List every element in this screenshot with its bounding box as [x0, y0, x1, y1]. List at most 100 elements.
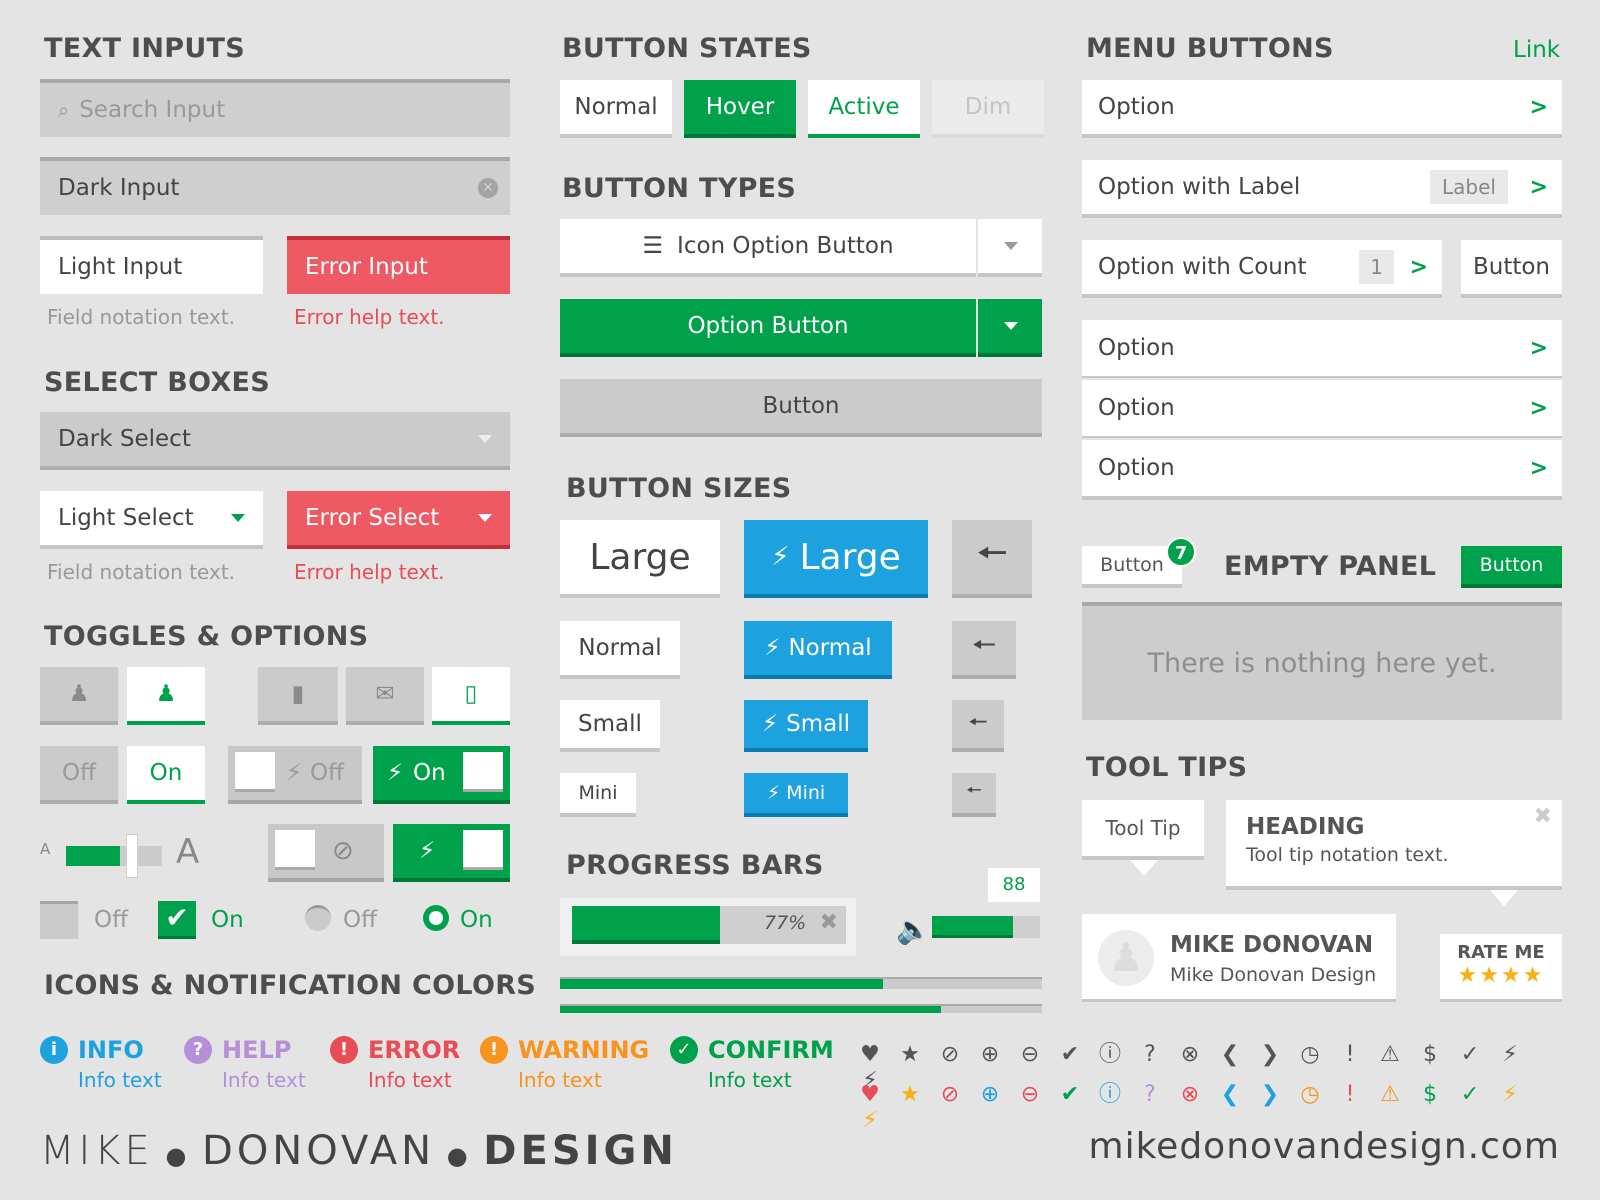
- mini-bolt-button[interactable]: ⚡ Mini: [744, 773, 848, 817]
- user-toggle-off[interactable]: ♟: [40, 667, 118, 725]
- checkbox-off[interactable]: [40, 901, 78, 939]
- progress-heading: PROGRESS BARS: [566, 850, 824, 881]
- back-button-large[interactable]: 🠔: [952, 520, 1032, 598]
- notice-help: ? HELP Info text: [184, 1036, 306, 1092]
- website-url[interactable]: mikedonovandesign.com: [1089, 1126, 1560, 1167]
- normal-size-button[interactable]: Normal: [560, 621, 680, 679]
- notice-label: CONFIRM: [708, 1036, 834, 1064]
- option-dropdown[interactable]: [978, 299, 1042, 357]
- option-button[interactable]: Option Button: [560, 299, 976, 357]
- menu-option[interactable]: Option >: [1082, 80, 1562, 138]
- bolt-icon: ⚡: [761, 711, 779, 737]
- menu-side-button[interactable]: Button: [1461, 240, 1562, 298]
- light-input[interactable]: Light Input: [40, 236, 263, 294]
- small-bolt-button[interactable]: ⚡ Small: [744, 700, 868, 752]
- volume-fill: [932, 916, 1013, 938]
- disabled-switch[interactable]: ⊘: [268, 824, 384, 882]
- tooltip-heading: HEADING: [1246, 814, 1365, 840]
- profile-card: ♟ MIKE DONOVAN Mike Donovan Design: [1082, 914, 1396, 1002]
- plain-button[interactable]: Button: [560, 379, 1042, 437]
- icon-option-dropdown[interactable]: [978, 219, 1042, 277]
- active-button[interactable]: Active: [808, 80, 920, 138]
- dark-input[interactable]: Dark Input ✕: [40, 157, 510, 215]
- search-input[interactable]: ⌕ Search Input: [40, 79, 510, 137]
- off-toggle[interactable]: Off: [40, 746, 118, 804]
- stars[interactable]: ★★★★: [1440, 963, 1562, 988]
- bolt-icon: ⚡: [764, 635, 781, 661]
- radio-off[interactable]: [305, 905, 331, 931]
- heart-icon: ♥: [860, 1042, 880, 1067]
- menu-option[interactable]: Option >: [1082, 440, 1562, 500]
- comment-toggle[interactable]: ▮: [258, 667, 338, 725]
- mail-toggle[interactable]: ✉: [346, 667, 424, 725]
- chevron-right-icon: >: [1529, 395, 1548, 421]
- light-select[interactable]: Light Select: [40, 491, 263, 549]
- notice-label: WARNING: [518, 1036, 650, 1064]
- tooltip-pointer: [1490, 890, 1518, 906]
- checkbox-on[interactable]: ✔: [158, 901, 196, 939]
- dark-select[interactable]: Dark Select: [40, 412, 510, 470]
- mobile-toggle[interactable]: ▯: [432, 667, 510, 725]
- volume-slider[interactable]: [932, 916, 1040, 938]
- text-inputs-heading: TEXT INPUTS: [44, 33, 246, 64]
- switch-knob: [463, 752, 503, 792]
- hover-button[interactable]: Hover: [684, 80, 796, 138]
- chevron-down-icon: [478, 435, 492, 443]
- minus-icon: ⊖: [1020, 1042, 1040, 1067]
- dim-button[interactable]: Dim: [932, 80, 1044, 138]
- chevron-right-icon: >: [1409, 254, 1428, 280]
- slider-track[interactable]: [66, 834, 162, 878]
- chevron-right-icon: ❯: [1260, 1082, 1280, 1107]
- clock-icon: ◷: [1300, 1082, 1320, 1107]
- radio-on[interactable]: [423, 905, 449, 931]
- error-select[interactable]: Error Select: [287, 491, 510, 549]
- normal-bolt-button[interactable]: ⚡ Normal: [744, 621, 892, 679]
- back-button-small[interactable]: 🠔: [952, 700, 1004, 752]
- link[interactable]: Link: [1513, 37, 1560, 63]
- chevron-down-icon: [478, 514, 492, 522]
- dollar-icon: $: [1423, 1082, 1437, 1107]
- icon-option-button[interactable]: ☰ Icon Option Button: [560, 219, 976, 277]
- info-icon: i: [40, 1036, 68, 1064]
- check-icon: ✓: [1460, 1042, 1480, 1067]
- warning-icon: !: [480, 1036, 508, 1064]
- menu-option[interactable]: Option >: [1082, 380, 1562, 438]
- back-button-normal[interactable]: 🠔: [952, 621, 1016, 679]
- slider-max-label: A: [176, 832, 200, 872]
- menu-option[interactable]: Option >: [1082, 320, 1562, 378]
- mini-button[interactable]: Mini: [560, 773, 636, 817]
- profile-company: Mike Donovan Design: [1170, 964, 1377, 986]
- menu-option-with-label[interactable]: Option with Label Label >: [1082, 160, 1562, 218]
- switch-knob: [235, 752, 275, 792]
- on-toggle[interactable]: On: [127, 746, 205, 804]
- switch-off[interactable]: ⚡ Off: [228, 746, 362, 804]
- slider-fill: [66, 846, 121, 866]
- error-icon: !: [330, 1036, 358, 1064]
- bolt-switch[interactable]: ⚡: [393, 824, 510, 882]
- arrow-left-icon: 🠔: [968, 710, 988, 735]
- clear-icon[interactable]: ✕: [478, 178, 498, 198]
- menu-option-with-count[interactable]: Option with Count 1 >: [1082, 240, 1442, 298]
- panel-right-button[interactable]: Button: [1461, 546, 1562, 588]
- chevron-left-icon: ❮: [1220, 1082, 1240, 1107]
- error-help: Error help text.: [294, 305, 445, 329]
- rating-widget[interactable]: RATE ME ★★★★: [1440, 934, 1562, 1002]
- user-icon: ♟: [155, 681, 177, 707]
- notice-warning: ! WARNING Info text: [480, 1036, 649, 1092]
- user-toggle-on[interactable]: ♟: [127, 667, 205, 725]
- large-button[interactable]: Large: [560, 520, 720, 598]
- back-button-mini[interactable]: 🠔: [952, 773, 996, 817]
- small-button[interactable]: Small: [560, 700, 660, 752]
- large-bolt-button[interactable]: ⚡ Large: [744, 520, 928, 598]
- switch-on[interactable]: ⚡ On: [373, 746, 510, 804]
- close-circle-icon: ⊗: [1180, 1082, 1200, 1107]
- error-input[interactable]: Error Input: [287, 236, 510, 294]
- normal-button[interactable]: Normal: [560, 80, 672, 138]
- empty-panel-body: There is nothing here yet.: [1082, 602, 1562, 720]
- alert-icon: !: [1345, 1042, 1355, 1067]
- close-icon[interactable]: ✖: [1534, 804, 1552, 829]
- checkbox-off-label: Off: [94, 907, 128, 933]
- cancel-icon[interactable]: ✖: [820, 910, 838, 935]
- heart-icon: ♥: [860, 1082, 880, 1107]
- slider-handle[interactable]: [125, 834, 138, 878]
